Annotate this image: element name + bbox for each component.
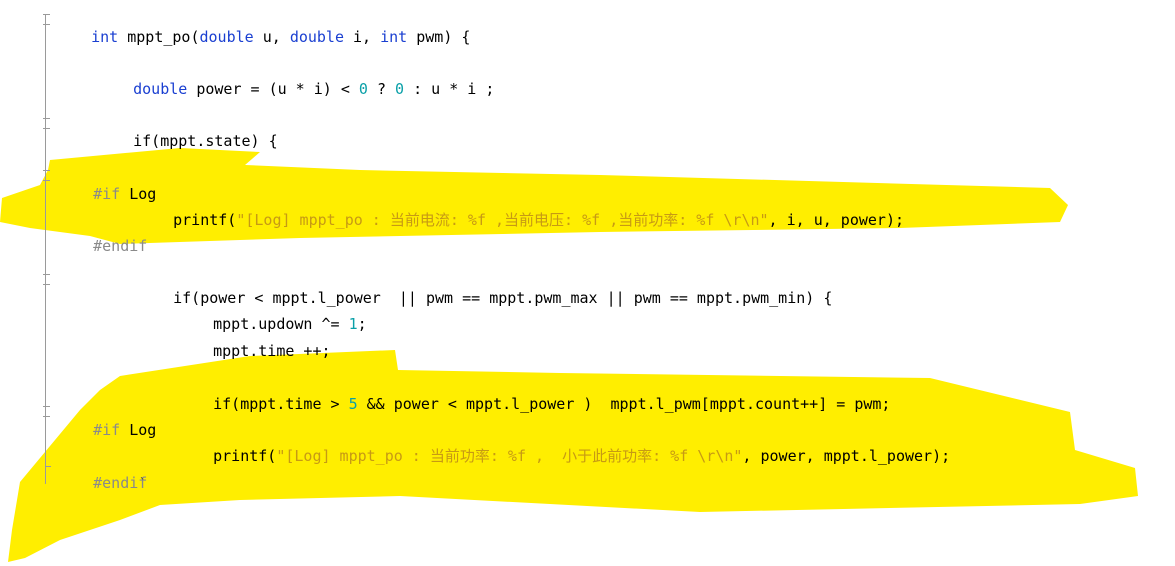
code-editor[interactable]: int mppt_po(double u, double i, int pwm)… xyxy=(0,0,1175,566)
code-token: Log xyxy=(120,421,157,439)
code-token: power = (u * i) < xyxy=(187,80,359,98)
number-token: 0 xyxy=(395,80,405,98)
code-line[interactable]: if(power < mppt.l_power || pwm == mppt.p… xyxy=(137,271,832,307)
code-line[interactable]: #endif xyxy=(57,219,147,255)
code-line[interactable]: int mppt_po(double u, double i, int pwm)… xyxy=(55,10,470,46)
code-token: printf( xyxy=(173,211,237,229)
code-line[interactable]: printf("[Log] mppt_po : 当前电流: %f ,当前电压: … xyxy=(137,193,904,229)
fold-marker-icon[interactable] xyxy=(43,406,50,417)
code-token: mppt.time ++; xyxy=(213,342,331,360)
code-token: , power, mppt.l_power); xyxy=(742,447,951,465)
string-token: "[Log] mppt_po : 当前功率: %f , 小于此前功率: %f \… xyxy=(276,447,743,465)
fold-marker-icon[interactable] xyxy=(43,14,50,25)
number-token: 5 xyxy=(348,395,358,413)
keyword-token: double xyxy=(289,28,344,46)
code-line[interactable]: double power = (u * i) < 0 ? 0 : u * i ; xyxy=(97,62,494,98)
number-token: 1 xyxy=(348,315,358,333)
keyword-token: int xyxy=(91,28,119,46)
string-token: "[Log] mppt_po : 当前电流: %f ,当前电压: %f ,当前功… xyxy=(236,211,769,229)
code-line[interactable]: mppt.time ++; xyxy=(177,324,330,360)
backtick-char: ` xyxy=(139,476,147,490)
preprocessor-token: #if xyxy=(93,421,121,439)
code-token: u, xyxy=(253,28,290,46)
code-token: pwm) { xyxy=(407,28,471,46)
code-line[interactable]: if(mppt.state) { xyxy=(97,114,278,150)
code-token: ? xyxy=(367,80,396,98)
number-token: 0 xyxy=(358,80,368,98)
code-token: if(mppt.time > xyxy=(213,395,349,413)
fold-marker-icon[interactable] xyxy=(43,118,50,129)
code-token: mppt_po( xyxy=(118,28,200,46)
code-line[interactable]: #if Log xyxy=(57,167,156,203)
fold-marker-icon[interactable] xyxy=(43,170,50,181)
code-line[interactable]: #endif xyxy=(57,456,147,492)
code-token: : u * i ; xyxy=(404,80,495,98)
fold-end-marker-icon xyxy=(45,466,51,467)
preprocessor-token: #if xyxy=(93,185,121,203)
fold-marker-icon[interactable] xyxy=(43,274,50,285)
code-line[interactable]: mppt.updown ^= 1; xyxy=(177,297,367,333)
code-line[interactable]: printf("[Log] mppt_po : 当前功率: %f , 小于此前功… xyxy=(177,429,950,465)
keyword-token: int xyxy=(380,28,408,46)
code-token: , i, u, power); xyxy=(768,211,905,229)
code-token: && power < mppt.l_power ) mppt.l_pwm[mpp… xyxy=(357,395,891,413)
code-token: if(mppt.state) { xyxy=(133,132,278,150)
code-token: i, xyxy=(344,28,381,46)
code-line[interactable]: #if Log xyxy=(57,403,156,439)
preprocessor-token: #endif xyxy=(93,237,148,255)
code-token: printf( xyxy=(213,447,277,465)
keyword-token: double xyxy=(199,28,254,46)
code-token: ; xyxy=(357,315,367,333)
keyword-token: double xyxy=(133,80,188,98)
code-line[interactable]: if(mppt.time > 5 && power < mppt.l_power… xyxy=(177,377,890,413)
